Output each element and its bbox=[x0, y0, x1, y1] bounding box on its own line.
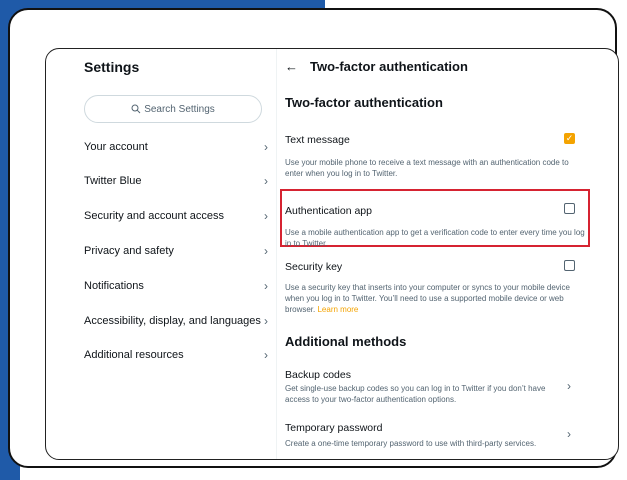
sidebar-item-your-account[interactable]: Your account › bbox=[84, 137, 268, 157]
chevron-right-icon: › bbox=[264, 140, 268, 154]
chevron-right-icon[interactable]: › bbox=[567, 427, 571, 441]
backup-codes-description: Get single-use backup codes so you can l… bbox=[285, 384, 546, 404]
chevron-right-icon: › bbox=[264, 209, 268, 223]
option-security-key-label: Security key bbox=[285, 261, 343, 273]
chevron-right-icon[interactable]: › bbox=[567, 379, 571, 393]
option-security-key-description: Use a security key that inserts into you… bbox=[285, 282, 577, 315]
option-text-message-label: Text message bbox=[285, 134, 350, 146]
backup-codes-label: Backup codes bbox=[285, 369, 351, 381]
option-authentication-app-label: Authentication app bbox=[285, 205, 372, 217]
temporary-password-description: Create a one-time temporary password to … bbox=[285, 439, 537, 448]
page-title: Two-factor authentication bbox=[310, 59, 468, 74]
sidebar-item-label: Accessibility, display, and languages bbox=[84, 315, 261, 327]
sidebar-item-privacy[interactable]: Privacy and safety › bbox=[84, 241, 268, 261]
section-title: Two-factor authentication bbox=[285, 95, 443, 110]
sidebar-item-accessibility[interactable]: Accessibility, display, and languages › bbox=[84, 311, 268, 331]
chevron-right-icon: › bbox=[264, 348, 268, 362]
security-key-checkbox[interactable] bbox=[564, 260, 575, 271]
sidebar-item-label: Security and account access bbox=[84, 210, 225, 222]
sidebar-item-label: Twitter Blue bbox=[84, 175, 142, 187]
sidebar-item-additional-resources[interactable]: Additional resources › bbox=[84, 345, 268, 365]
chevron-right-icon: › bbox=[264, 279, 268, 293]
sidebar-item-label: Privacy and safety bbox=[84, 245, 174, 257]
sidebar-item-twitter-blue[interactable]: Twitter Blue › bbox=[84, 171, 268, 191]
chevron-right-icon: › bbox=[264, 174, 268, 188]
search-icon bbox=[131, 104, 141, 114]
learn-more-link[interactable]: Learn more bbox=[317, 305, 358, 314]
search-placeholder: Search Settings bbox=[144, 103, 215, 115]
sidebar-item-label: Additional resources bbox=[84, 349, 184, 361]
additional-methods-title: Additional methods bbox=[285, 334, 407, 349]
authentication-app-checkbox[interactable] bbox=[564, 203, 575, 214]
sidebar-item-notifications[interactable]: Notifications › bbox=[84, 276, 268, 296]
settings-window: Settings Search Settings Your account › … bbox=[45, 48, 619, 460]
outer-frame: Settings Search Settings Your account › … bbox=[8, 8, 619, 468]
back-arrow-icon[interactable]: ← bbox=[285, 59, 298, 74]
sidebar-item-label: Notifications bbox=[84, 280, 144, 292]
text-message-checkbox[interactable]: ✓ bbox=[564, 133, 575, 144]
option-authentication-app-description: Use a mobile authentication app to get a… bbox=[285, 228, 585, 248]
chevron-right-icon: › bbox=[264, 244, 268, 258]
sidebar-item-label: Your account bbox=[84, 141, 148, 153]
settings-sidebar: Settings Search Settings Your account › … bbox=[46, 49, 276, 459]
chevron-right-icon: › bbox=[264, 314, 268, 328]
option-text-message-description: Use your mobile phone to receive a text … bbox=[285, 158, 569, 178]
two-factor-panel: ← Two-factor authentication Two-factor a… bbox=[277, 49, 618, 459]
settings-title: Settings bbox=[84, 59, 140, 75]
sidebar-item-security[interactable]: Security and account access › bbox=[84, 206, 268, 226]
search-input[interactable]: Search Settings bbox=[84, 95, 262, 123]
temporary-password-label: Temporary password bbox=[285, 422, 383, 434]
